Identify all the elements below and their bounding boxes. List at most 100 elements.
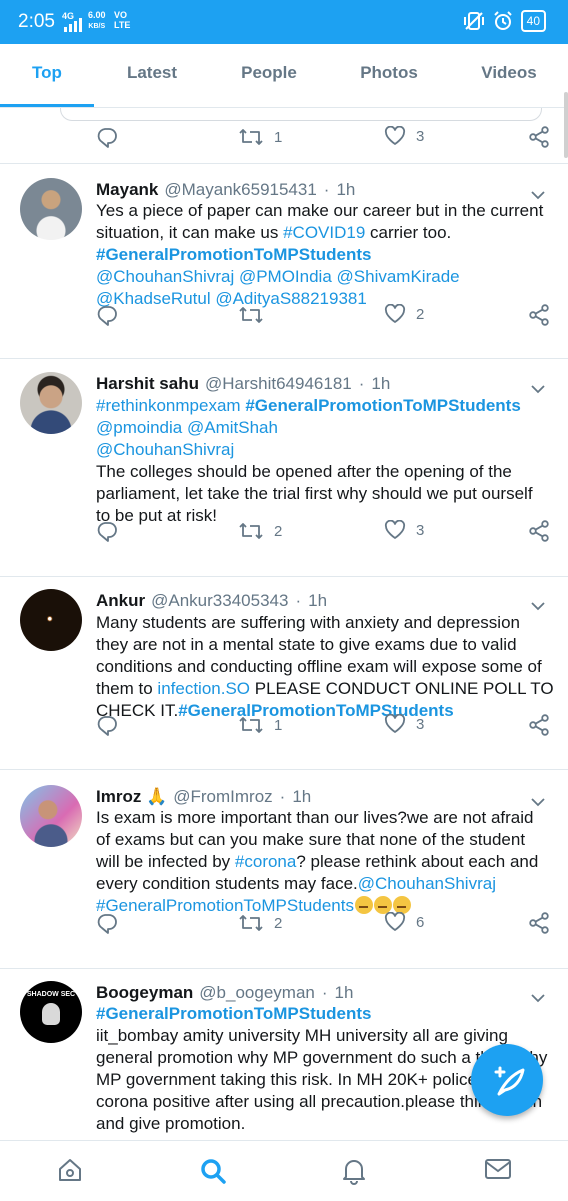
tweet-link[interactable]: @ChouhanShivraj bbox=[358, 874, 496, 893]
avatar[interactable] bbox=[20, 178, 82, 240]
like-button[interactable]: 6 bbox=[384, 912, 424, 932]
tweet-text-line: every condition students may face.@Chouh… bbox=[96, 873, 548, 895]
tweet-link[interactable]: #rethinkonmpexam bbox=[96, 396, 245, 415]
tweet-actions: 26 bbox=[96, 912, 552, 942]
nav-notifications[interactable] bbox=[341, 1157, 367, 1190]
tweet-author-handle[interactable]: @b_oogeyman bbox=[199, 983, 315, 1002]
tweet-actions: 13 bbox=[96, 714, 552, 744]
tweet-text-segment: situation, it can make us bbox=[96, 223, 284, 242]
retweet-count: 1 bbox=[274, 716, 283, 734]
tweet-text-line: @ChouhanShivraj @PMOIndia @ShivamKirade bbox=[96, 266, 548, 288]
tweet-author-handle[interactable]: @Mayank65915431 bbox=[164, 180, 316, 199]
share-button[interactable] bbox=[528, 714, 550, 736]
heart-icon bbox=[384, 304, 406, 324]
tweet-author-handle[interactable]: @Harshit64946181 bbox=[205, 374, 352, 393]
reply-button[interactable] bbox=[96, 912, 118, 934]
nav-search[interactable] bbox=[199, 1157, 227, 1190]
tweet-text-line: Many students are suffering with anxiety… bbox=[96, 612, 548, 634]
tweet-link[interactable]: #GeneralPromotionToMPStudents bbox=[96, 1004, 372, 1023]
nav-messages[interactable] bbox=[484, 1157, 512, 1186]
retweet-button[interactable]: 1 bbox=[238, 126, 282, 148]
retweet-button[interactable]: 2 bbox=[238, 912, 282, 934]
tweet-header: Mayank @Mayank65915431 · 1h bbox=[96, 180, 355, 200]
tab-videos[interactable]: Videos bbox=[450, 44, 568, 104]
scrollbar[interactable] bbox=[564, 92, 568, 158]
reply-icon bbox=[96, 304, 118, 326]
tweet-time: 1h bbox=[334, 983, 354, 1002]
tweet-author-name[interactable]: Mayank bbox=[96, 180, 158, 199]
reply-icon bbox=[96, 714, 118, 736]
share-button[interactable] bbox=[528, 520, 550, 542]
search-icon bbox=[201, 1159, 226, 1184]
compose-tweet-button[interactable] bbox=[471, 1044, 543, 1116]
tweet-text-segment: them to bbox=[96, 679, 158, 698]
tweet-text-line: #GeneralPromotionToMPStudents bbox=[96, 1003, 548, 1025]
retweet-button[interactable] bbox=[238, 304, 264, 326]
avatar-text: SHADOW SEC bbox=[26, 991, 76, 998]
avatar[interactable] bbox=[20, 372, 82, 434]
share-icon bbox=[528, 126, 550, 148]
tweet-actions: 2 bbox=[96, 304, 552, 334]
bottom-navigation bbox=[0, 1140, 568, 1201]
separator-dot: · bbox=[321, 983, 328, 1002]
signal-icon bbox=[64, 18, 82, 32]
tweet-author-name[interactable]: Harshit sahu bbox=[96, 374, 199, 393]
tweet-author-name[interactable]: Imroz 🙏 bbox=[96, 787, 167, 806]
avatar[interactable] bbox=[20, 589, 82, 651]
share-icon bbox=[528, 714, 550, 736]
avatar[interactable] bbox=[20, 785, 82, 847]
reply-icon bbox=[96, 912, 118, 934]
compose-tweet-icon bbox=[494, 1066, 525, 1096]
previous-tweet-card-edge bbox=[60, 108, 542, 121]
share-button[interactable] bbox=[528, 912, 550, 934]
tab-latest[interactable]: Latest bbox=[94, 44, 210, 104]
tweet-text-segment: and give promotion. bbox=[96, 1114, 246, 1133]
tweet-link[interactable]: #COVID19 bbox=[283, 223, 365, 242]
skull-icon bbox=[42, 1003, 60, 1025]
tab-people[interactable]: People bbox=[210, 44, 328, 104]
retweet-count: 2 bbox=[274, 522, 283, 540]
retweet-button[interactable]: 1 bbox=[238, 714, 282, 736]
tweet-author-name[interactable]: Boogeyman bbox=[96, 983, 193, 1002]
notifications-icon bbox=[343, 1160, 365, 1185]
tab-top[interactable]: Top bbox=[0, 44, 94, 104]
reply-button[interactable] bbox=[96, 714, 118, 736]
tweet-text-segment: they are not in a mental state to give e… bbox=[96, 635, 517, 654]
tweet-link[interactable]: @pmoindia @AmitShah bbox=[96, 418, 278, 437]
like-button[interactable]: 3 bbox=[384, 714, 424, 734]
tweet-link[interactable]: @ChouhanShivraj bbox=[96, 440, 234, 459]
tweet-link[interactable]: #GeneralPromotionToMPStudents bbox=[245, 396, 521, 415]
tweet-header: Boogeyman @b_oogeyman · 1h bbox=[96, 983, 353, 1003]
like-button[interactable]: 3 bbox=[384, 126, 424, 146]
nav-home[interactable] bbox=[57, 1157, 83, 1188]
tweet-link[interactable]: infection.SO bbox=[157, 679, 250, 698]
avatar[interactable]: SHADOW SEC bbox=[20, 981, 82, 1043]
tweet-link[interactable]: #GeneralPromotionToMPStudents bbox=[96, 245, 372, 264]
tweet-header: Imroz 🙏 @FromImroz · 1h bbox=[96, 787, 311, 807]
reply-button[interactable] bbox=[96, 520, 118, 542]
retweet-button[interactable]: 2 bbox=[238, 520, 282, 542]
tweet-link[interactable]: #corona bbox=[235, 852, 296, 871]
reply-button[interactable] bbox=[96, 304, 118, 326]
share-button[interactable] bbox=[528, 126, 550, 148]
share-button[interactable] bbox=[528, 304, 550, 326]
tweet-time: 1h bbox=[308, 591, 328, 610]
tweet-author-handle[interactable]: @Ankur33405343 bbox=[151, 591, 288, 610]
tab-photos[interactable]: Photos bbox=[328, 44, 450, 104]
tweet-text-segment: Yes a piece of paper can make our career… bbox=[96, 201, 544, 220]
status-time: 2:05 bbox=[18, 11, 55, 32]
messages-icon bbox=[485, 1159, 511, 1179]
reply-button[interactable] bbox=[96, 126, 118, 148]
share-icon bbox=[528, 520, 550, 542]
tweet-link[interactable]: @ChouhanShivraj @PMOIndia @ShivamKirade bbox=[96, 267, 460, 286]
tweet-text-segment: will be infected by bbox=[96, 852, 235, 871]
like-button[interactable]: 2 bbox=[384, 304, 424, 324]
like-button[interactable]: 3 bbox=[384, 520, 424, 540]
tweet-author-name[interactable]: Ankur bbox=[96, 591, 145, 610]
tweet-text-line: them to infection.SO PLEASE CONDUCT ONLI… bbox=[96, 678, 554, 700]
status-icons: 40 bbox=[463, 10, 546, 32]
retweet-icon bbox=[238, 714, 264, 736]
tweet-author-handle[interactable]: @FromImroz bbox=[173, 787, 272, 806]
search-tabs: Top Latest People Photos Videos bbox=[0, 44, 568, 108]
like-count: 2 bbox=[416, 305, 425, 323]
